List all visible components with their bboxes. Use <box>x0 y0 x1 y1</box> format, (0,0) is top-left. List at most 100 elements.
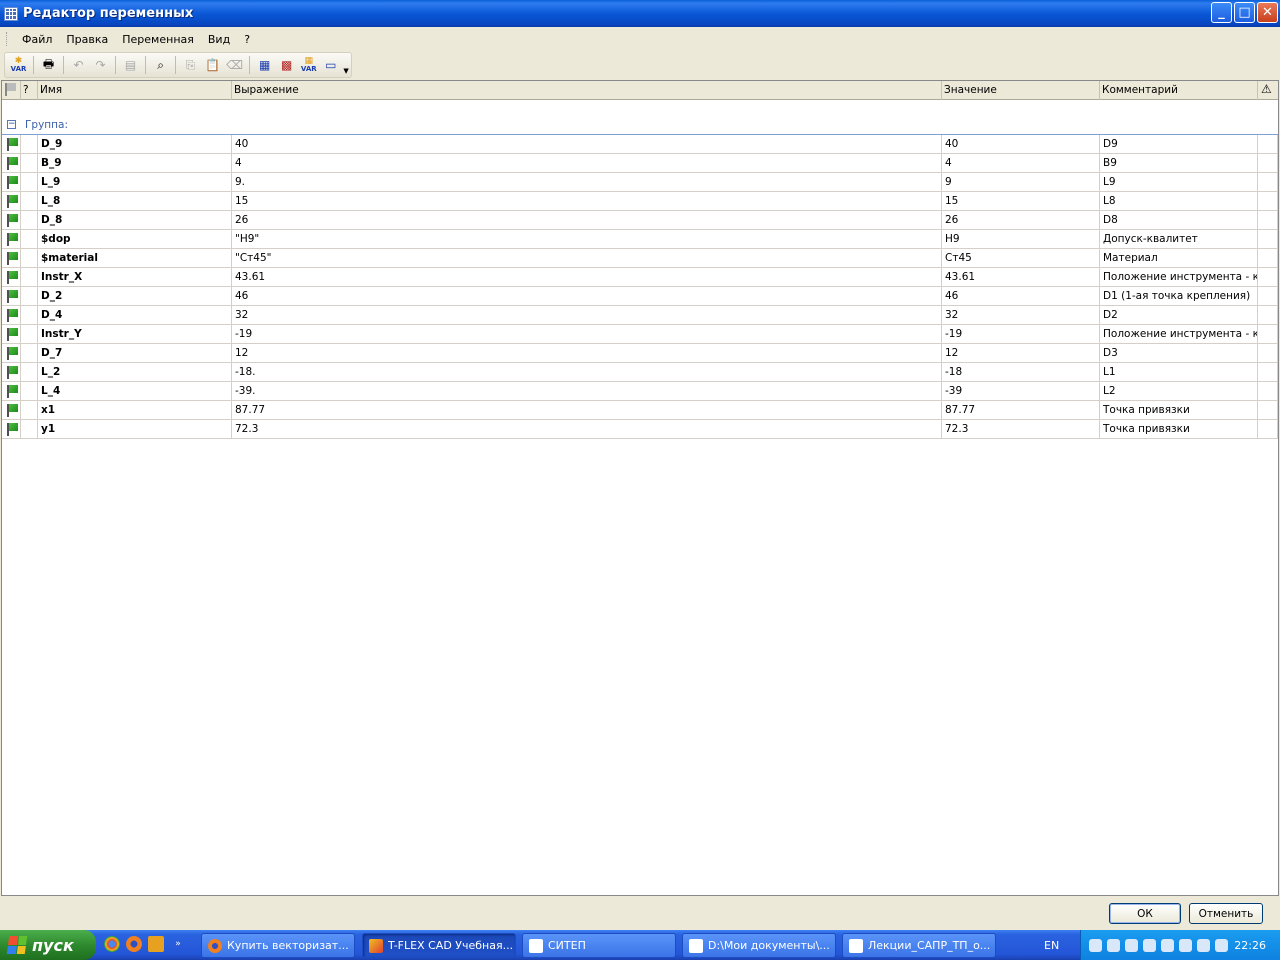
expression-cell[interactable]: 46 <box>232 287 942 306</box>
toolbar-options-icon[interactable]: ▼ <box>343 55 351 75</box>
value-cell[interactable]: -18 <box>942 363 1100 382</box>
table-row[interactable]: L_2 -18. -18 L1 <box>2 363 1278 382</box>
save-variables-button[interactable]: ▩ <box>277 55 296 75</box>
quick-launch-more-icon[interactable]: » <box>170 936 186 952</box>
task-button[interactable]: D:\Мои документы\... <box>682 933 836 958</box>
comment-cell[interactable]: L9 <box>1100 173 1258 192</box>
external-variables-button[interactable]: ▦ <box>255 55 274 75</box>
menu-variable[interactable]: Переменная <box>115 31 201 48</box>
expression-cell[interactable]: -39. <box>232 382 942 401</box>
flag-icon[interactable] <box>7 195 19 208</box>
value-cell[interactable]: 26 <box>942 211 1100 230</box>
value-cell[interactable]: 15 <box>942 192 1100 211</box>
clear-button[interactable]: ⌫ <box>225 55 244 75</box>
tray-app-icon[interactable] <box>1143 938 1156 952</box>
comment-cell[interactable]: Точка привязки <box>1100 401 1258 420</box>
value-cell[interactable]: 32 <box>942 306 1100 325</box>
comment-cell[interactable]: Положение инструмента - ко... <box>1100 268 1258 287</box>
flag-icon[interactable] <box>7 366 19 379</box>
group-row[interactable]: − Группа: <box>2 115 1278 135</box>
comment-cell[interactable]: D3 <box>1100 344 1258 363</box>
table-row[interactable]: B_9 4 4 B9 <box>2 154 1278 173</box>
table-row[interactable]: L_9 9. 9 L9 <box>2 173 1278 192</box>
flag-icon[interactable] <box>7 328 19 341</box>
value-cell[interactable]: 12 <box>942 344 1100 363</box>
name-cell[interactable]: $dop <box>38 230 232 249</box>
warning-icon[interactable]: ⚠ <box>1258 81 1278 100</box>
flag-icon[interactable] <box>7 309 19 322</box>
cancel-button[interactable]: Отменить <box>1189 903 1263 924</box>
expression-cell[interactable]: 12 <box>232 344 942 363</box>
expression-cell[interactable]: 15 <box>232 192 942 211</box>
table-row[interactable]: L_4 -39. -39 L2 <box>2 382 1278 401</box>
comment-cell[interactable]: B9 <box>1100 154 1258 173</box>
task-button[interactable]: T-FLEX CAD Учебная... <box>362 933 516 958</box>
copy-button[interactable]: ⎘ <box>181 55 200 75</box>
comment-cell[interactable]: D8 <box>1100 211 1258 230</box>
paste-button[interactable]: 📋 <box>203 55 222 75</box>
value-cell[interactable]: 40 <box>942 135 1100 154</box>
header-question[interactable]: ? <box>21 81 38 100</box>
table-row[interactable]: Instr_Y-19-19Положение инструмента - ко.… <box>2 325 1278 344</box>
value-cell[interactable]: 9 <box>942 173 1100 192</box>
new-variable-button[interactable]: ✱ VAR <box>9 55 28 75</box>
flag-icon[interactable] <box>7 214 19 227</box>
language-indicator[interactable]: EN <box>1044 939 1059 952</box>
value-cell[interactable]: Ст45 <box>942 249 1100 268</box>
value-cell[interactable]: 46 <box>942 287 1100 306</box>
name-cell[interactable]: B_9 <box>38 154 232 173</box>
find-button[interactable]: ⌕ <box>151 55 170 75</box>
name-cell[interactable]: L_4 <box>38 382 232 401</box>
table-row[interactable]: x1 87.77 87.77 Точка привязки <box>2 401 1278 420</box>
undo-button[interactable]: ↶ <box>69 55 88 75</box>
print-button[interactable]: 🖶 <box>39 55 58 75</box>
tray-app-icon[interactable] <box>1179 938 1192 952</box>
table-row[interactable]: $material "Ст45" Ст45 Материал <box>2 249 1278 268</box>
table-row[interactable]: L_8 15 15 L8 <box>2 192 1278 211</box>
ok-button[interactable]: ОК <box>1109 903 1181 924</box>
name-cell[interactable]: D_4 <box>38 306 232 325</box>
header-expression[interactable]: Выражение <box>232 81 942 100</box>
volume-icon[interactable] <box>1089 938 1102 952</box>
flag-icon[interactable] <box>7 290 19 303</box>
flag-icon[interactable] <box>7 138 19 151</box>
expression-cell[interactable]: 9. <box>232 173 942 192</box>
firefox-icon[interactable] <box>126 936 142 952</box>
expression-cell[interactable]: 40 <box>232 135 942 154</box>
name-cell[interactable]: L_9 <box>38 173 232 192</box>
close-button[interactable]: ✕ <box>1257 2 1278 23</box>
expression-cell[interactable]: -18. <box>232 363 942 382</box>
table-row[interactable]: D_7 12 12 D3 <box>2 344 1278 363</box>
table-row[interactable]: y1 72.3 72.3 Точка привязки <box>2 420 1278 439</box>
properties-button[interactable]: ▤ <box>121 55 140 75</box>
table-row[interactable]: $dop "H9" H9 Допуск-квалитет <box>2 230 1278 249</box>
task-button[interactable]: Лекции_САПР_ТП_о... <box>842 933 996 958</box>
flag-icon[interactable] <box>7 233 19 246</box>
comment-cell[interactable]: Допуск-квалитет <box>1100 230 1258 249</box>
header-flag[interactable] <box>2 81 21 100</box>
table-row[interactable]: D_8 26 26 D8 <box>2 211 1278 230</box>
flag-icon[interactable] <box>7 347 19 360</box>
tray-app-icon[interactable] <box>1215 938 1228 952</box>
comment-cell[interactable]: L1 <box>1100 363 1258 382</box>
expression-cell[interactable]: 72.3 <box>232 420 942 439</box>
menu-file[interactable]: Файл <box>15 31 59 48</box>
value-cell[interactable]: H9 <box>942 230 1100 249</box>
header-name[interactable]: Имя <box>38 81 232 100</box>
flag-icon[interactable] <box>7 176 19 189</box>
expression-cell[interactable]: "Ст45" <box>232 249 942 268</box>
menu-edit[interactable]: Правка <box>59 31 115 48</box>
window-button[interactable]: ▭ <box>321 55 340 75</box>
name-cell[interactable]: D_8 <box>38 211 232 230</box>
comment-cell[interactable]: L8 <box>1100 192 1258 211</box>
name-cell[interactable]: D_2 <box>38 287 232 306</box>
comment-cell[interactable]: D2 <box>1100 306 1258 325</box>
task-button[interactable]: Купить векторизат... <box>201 933 355 958</box>
network-icon[interactable] <box>1107 938 1120 952</box>
menu-view[interactable]: Вид <box>201 31 237 48</box>
table-row[interactable]: Instr_X 43.61 43.61 Положение инструмента -… <box>2 268 1278 287</box>
header-value[interactable]: Значение <box>942 81 1100 100</box>
chrome-icon[interactable] <box>104 936 120 952</box>
usb-icon[interactable] <box>1125 938 1138 952</box>
name-cell[interactable]: x1 <box>38 401 232 420</box>
